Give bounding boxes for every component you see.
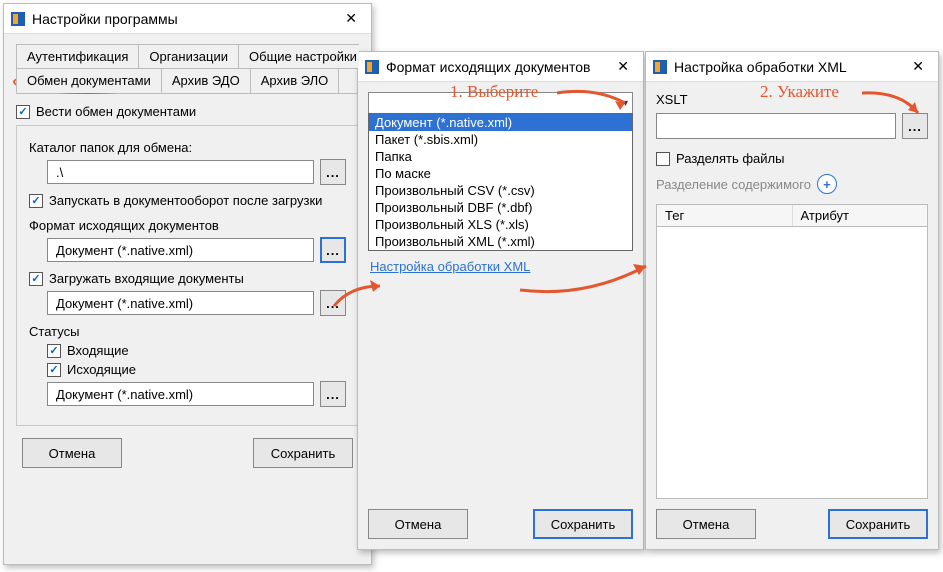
checkbox-label: Запускать в документооборот после загруз… [49, 193, 322, 208]
checkmark-icon: ✓ [47, 344, 61, 358]
format-combo[interactable]: ▾ [368, 92, 633, 114]
chevron-down-icon: ▾ [623, 98, 628, 109]
col-tag[interactable]: Тег [657, 205, 793, 226]
format-option[interactable]: Произвольный XML (*.xml) [369, 233, 632, 250]
col-attr[interactable]: Атрибут [793, 205, 928, 226]
checkmark-icon: ✓ [29, 272, 43, 286]
titlebar: Формат исходящих документов ✕ [358, 52, 643, 82]
tab-general[interactable]: Общие настройки [238, 44, 359, 68]
tab-orgs[interactable]: Организации [138, 44, 239, 68]
cancel-button[interactable]: Отмена [22, 438, 122, 468]
xslt-field[interactable] [656, 113, 896, 139]
tab-archive-elo[interactable]: Архив ЭЛО [250, 68, 340, 93]
checkmark-icon: ✓ [47, 363, 61, 377]
checkbox-load-incoming[interactable]: ✓ Загружать входящие документы [29, 271, 346, 286]
cancel-button[interactable]: Отмена [656, 509, 756, 539]
app-icon [652, 59, 668, 75]
split-content-label: Разделение содержимого [656, 177, 811, 192]
save-button[interactable]: Сохранить [253, 438, 353, 468]
out-format-field[interactable]: Документ (*.native.xml) [47, 238, 314, 262]
format-option[interactable]: Папка [369, 148, 632, 165]
tab-archive-edo[interactable]: Архив ЭДО [161, 68, 251, 93]
close-icon[interactable]: ✕ [609, 58, 637, 75]
tab-auth[interactable]: Аутентификация [16, 44, 139, 68]
checkbox-label: Разделять файлы [676, 151, 784, 166]
status-format-field[interactable]: Документ (*.native.xml) [47, 382, 314, 406]
tag-attr-table: Тег Атрибут [656, 204, 928, 499]
format-dropdown[interactable]: Документ (*.native.xml)Пакет (*.sbis.xml… [368, 113, 633, 251]
out-format-browse-button[interactable]: ... [320, 237, 346, 263]
checkbox-exchange[interactable]: ✓ Вести обмен документами [16, 104, 359, 119]
checkbox-status-outgoing[interactable]: ✓ Исходящие [47, 362, 346, 377]
titlebar: Настройка обработки XML ✕ [646, 52, 938, 82]
add-button[interactable]: + [817, 174, 837, 194]
close-icon[interactable]: ✕ [337, 10, 365, 27]
checkbox-status-incoming[interactable]: ✓ Входящие [47, 343, 346, 358]
tab-exchange[interactable]: Обмен документами [16, 68, 162, 93]
format-option[interactable]: Документ (*.native.xml) [369, 114, 632, 131]
checkbox-label: Исходящие [67, 362, 136, 377]
close-icon[interactable]: ✕ [904, 58, 932, 75]
checkbox-icon: ✓ [656, 152, 670, 166]
statuses-label: Статусы [29, 324, 346, 339]
format-option[interactable]: По маске [369, 165, 632, 182]
window-title: Настройки программы [32, 11, 337, 27]
format-option[interactable]: Произвольный XLS (*.xls) [369, 216, 632, 233]
save-button[interactable]: Сохранить [533, 509, 633, 539]
xml-settings-window: Настройка обработки XML ✕ XSLT ... ✓ Раз… [645, 51, 939, 550]
settings-window: Настройки программы ✕ Аутентификация Орг… [3, 3, 372, 565]
checkbox-split-files[interactable]: ✓ Разделять файлы [656, 151, 928, 166]
statuses-section: Статусы ✓ Входящие ✓ Исходящие Документ … [29, 324, 346, 407]
checkmark-icon: ✓ [16, 105, 30, 119]
xslt-browse-button[interactable]: ... [902, 113, 928, 139]
checkbox-label: Загружать входящие документы [49, 271, 244, 286]
app-icon [10, 11, 26, 27]
out-format-label: Формат исходящих документов [29, 218, 346, 233]
save-button[interactable]: Сохранить [828, 509, 928, 539]
catalog-browse-button[interactable]: ... [320, 159, 346, 185]
window-title: Формат исходящих документов [386, 59, 609, 75]
window-title: Настройка обработки XML [674, 59, 904, 75]
cancel-button[interactable]: Отмена [368, 509, 468, 539]
catalog-field[interactable]: .\ [47, 160, 314, 184]
titlebar: Настройки программы ✕ [4, 4, 371, 34]
checkmark-icon: ✓ [29, 194, 43, 208]
format-option[interactable]: Произвольный CSV (*.csv) [369, 182, 632, 199]
format-option[interactable]: Пакет (*.sbis.xml) [369, 131, 632, 148]
xml-settings-link[interactable]: Настройка обработки XML [368, 255, 633, 278]
checkbox-run-after[interactable]: ✓ Запускать в документооборот после загр… [29, 193, 346, 208]
incoming-browse-button[interactable]: ... [320, 290, 346, 316]
tabs-row-2: Обмен документами Архив ЭДО Архив ЭЛО [16, 68, 359, 94]
format-window: Формат исходящих документов ✕ ▾ Документ… [357, 51, 644, 550]
catalog-label: Каталог папок для обмена: [29, 140, 346, 155]
checkbox-label: Входящие [67, 343, 129, 358]
status-browse-button[interactable]: ... [320, 381, 346, 407]
app-icon [364, 59, 380, 75]
checkbox-label: Вести обмен документами [36, 104, 196, 119]
format-option[interactable]: Произвольный DBF (*.dbf) [369, 199, 632, 216]
incoming-format-field[interactable]: Документ (*.native.xml) [47, 291, 314, 315]
exchange-group: Каталог папок для обмена: .\ ... ✓ Запус… [16, 125, 359, 426]
tabs-row-1: Аутентификация Организации Общие настрой… [16, 44, 359, 69]
xslt-label: XSLT [656, 92, 928, 107]
